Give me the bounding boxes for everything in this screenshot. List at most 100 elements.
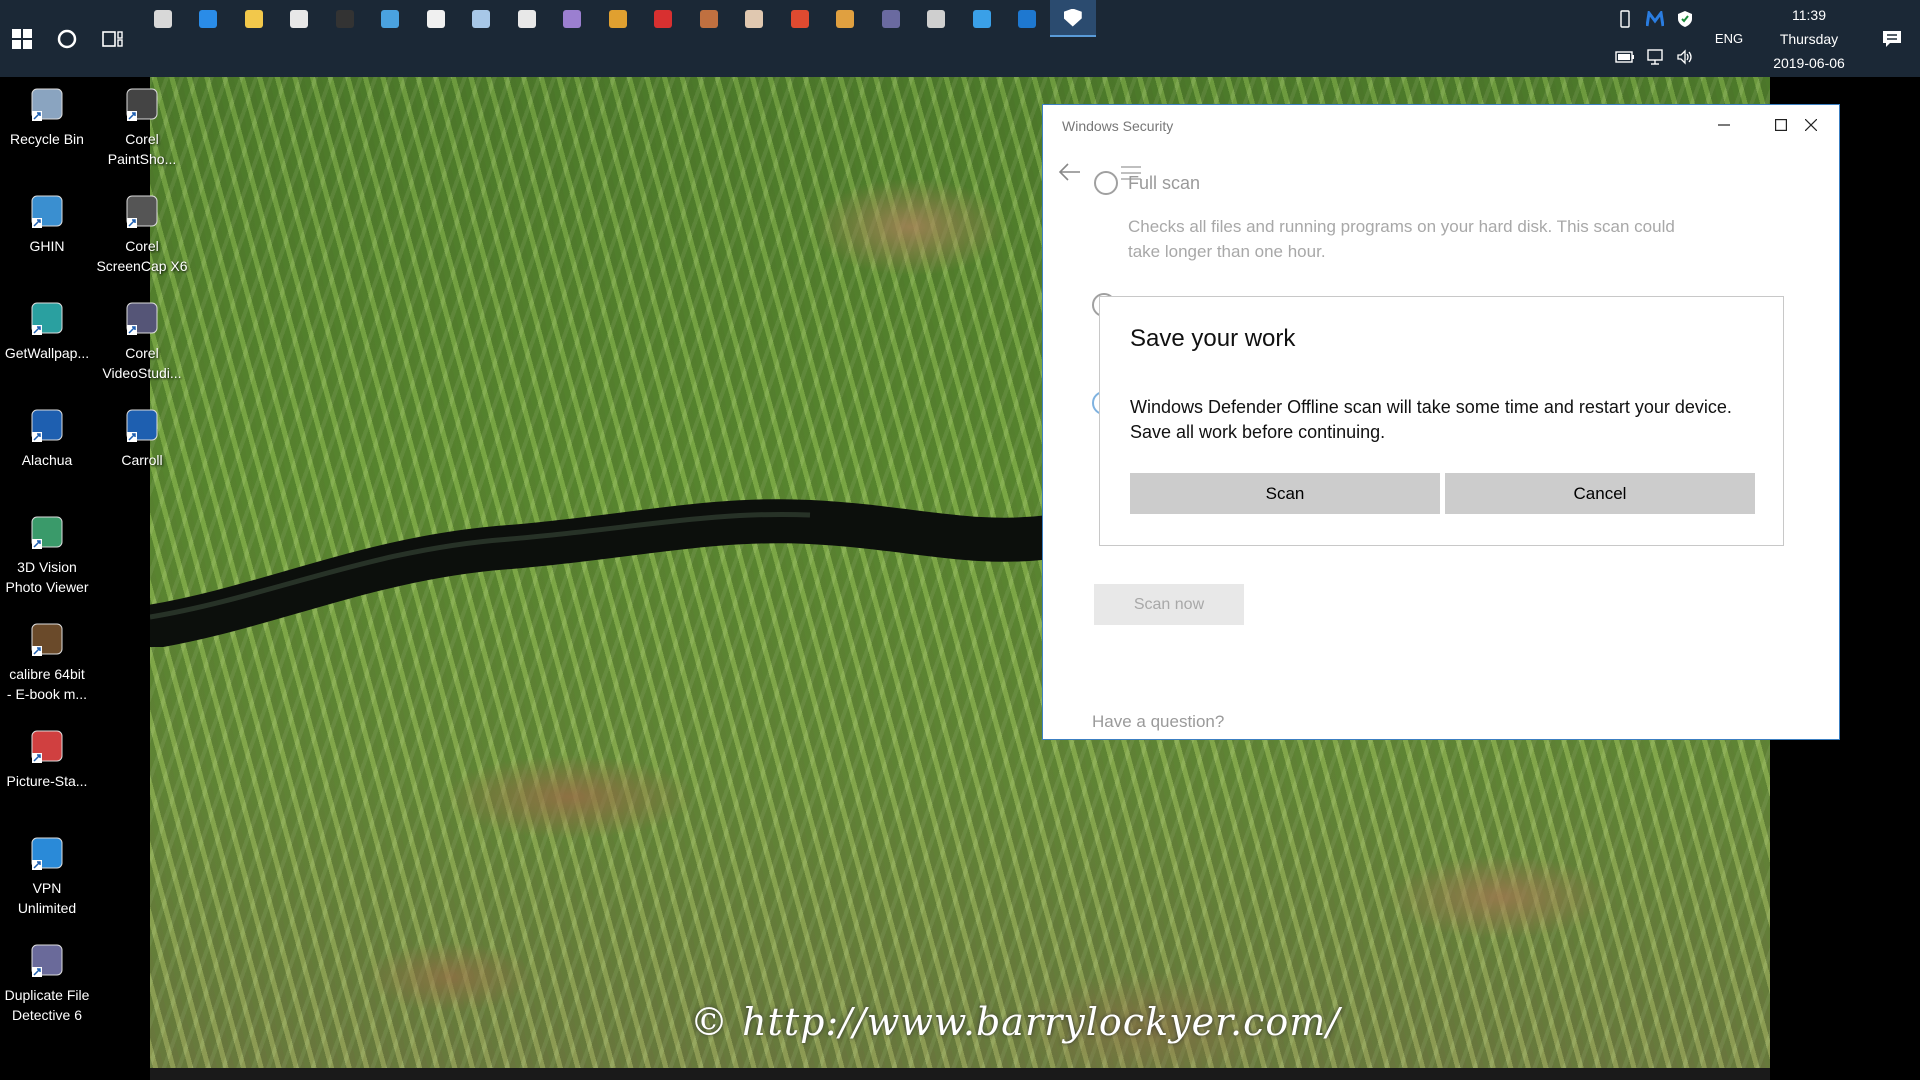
task-view-button[interactable]	[90, 0, 136, 77]
defender-shield-icon[interactable]	[1670, 0, 1700, 38]
clock-time: 11:39	[1792, 6, 1826, 23]
taskbar-app-paint-app[interactable]	[595, 0, 641, 37]
scan-button[interactable]: Scan	[1130, 473, 1440, 514]
desktop-shortcut[interactable]: calibre 64bit - E-book m...	[0, 618, 94, 704]
taskbar-app-store[interactable]	[277, 0, 323, 37]
full-scan-label: Full scan	[1128, 173, 1201, 193]
desktop-shortcut[interactable]: GHIN	[0, 190, 94, 256]
start-button[interactable]	[0, 0, 44, 77]
desktop-shortcut[interactable]: Picture-Sta...	[0, 725, 94, 791]
taskbar-app-corel-app[interactable]	[777, 0, 823, 37]
save-your-work-dialog: Save your work Windows Defender Offline …	[1099, 296, 1784, 546]
desktop-shortcut[interactable]: Carroll	[95, 404, 189, 470]
windows-logo-icon	[12, 28, 32, 49]
picture-station-icon	[26, 725, 68, 767]
taskbar-app-edge[interactable]	[186, 0, 232, 37]
clock-date: 2019-06-06	[1773, 54, 1845, 71]
remote-desktop-icon	[381, 9, 400, 28]
action-center-button[interactable]	[1864, 0, 1920, 77]
taskbar-app-settings[interactable]	[140, 0, 186, 37]
windows-security-icon	[1063, 8, 1082, 27]
taskbar-app-document-app[interactable]	[732, 0, 778, 37]
usb-device-icon[interactable]	[1610, 0, 1640, 38]
minimize-button[interactable]	[1696, 105, 1752, 145]
volume-icon[interactable]	[1670, 38, 1700, 76]
taskbar-app-mail[interactable]	[413, 0, 459, 37]
desktop-shortcut[interactable]: Recycle Bin	[0, 83, 94, 149]
desktop-shortcut[interactable]: GetWallpap...	[0, 297, 94, 363]
taskbar-app-windows-security[interactable]	[1050, 0, 1096, 37]
malwarebytes-icon[interactable]	[1640, 0, 1670, 38]
file-explorer-icon	[244, 9, 263, 28]
calibre-icon	[26, 618, 68, 660]
video-app-icon	[881, 9, 900, 28]
desktop-shortcut[interactable]: VPN Unlimited	[0, 832, 94, 918]
taskbar-app-terminal[interactable]	[322, 0, 368, 37]
pen-app-icon	[563, 9, 582, 28]
desktop-shortcut[interactable]: Alachua	[0, 404, 94, 470]
document-app-icon	[745, 9, 764, 28]
taskbar-app-notes[interactable]	[459, 0, 505, 37]
settings-icon	[153, 9, 172, 28]
back-arrow-icon[interactable]	[1057, 159, 1083, 185]
desktop-shortcut[interactable]: 3D Vision Photo Viewer	[0, 511, 94, 597]
notes-icon	[472, 9, 491, 28]
have-a-question-heading: Have a question?	[1092, 712, 1225, 731]
close-button[interactable]	[1781, 105, 1841, 145]
taskbar-app-media-app[interactable]	[686, 0, 732, 37]
full-scan-description: Checks all files and running programs on…	[1128, 217, 1675, 261]
clock-day: Thursday	[1779, 30, 1839, 47]
full-scan-radio[interactable]	[1094, 171, 1118, 195]
desktop-shortcut-label: Corel ScreenCap X6	[96, 238, 188, 274]
books-app-icon	[836, 9, 855, 28]
desktop-shortcut[interactable]: Corel PaintSho...	[95, 83, 189, 169]
bottom-strip	[150, 1068, 1770, 1080]
desktop-shortcut[interactable]: Corel VideoStudi...	[95, 297, 189, 383]
desktop-shortcut-label: Recycle Bin	[10, 131, 84, 147]
corel-videostudio-icon	[121, 297, 163, 339]
dialog-title: Save your work	[1130, 325, 1296, 352]
cancel-button[interactable]: Cancel	[1445, 473, 1755, 514]
battery-icon[interactable]	[1610, 38, 1640, 76]
taskbar-app-books-app[interactable]	[823, 0, 869, 37]
taskbar-app-window-app[interactable]	[504, 0, 550, 37]
cortana-button[interactable]	[44, 0, 90, 77]
desktop-shortcut-label: Corel PaintSho...	[107, 131, 177, 167]
desktop-shortcut-label: Picture-Sta...	[6, 773, 88, 789]
network-icon[interactable]	[1640, 38, 1670, 76]
recycle-bin-icon	[26, 83, 68, 125]
desktop-shortcut-label: Corel VideoStudi...	[102, 345, 182, 381]
taskbar-app-pen-app[interactable]	[550, 0, 596, 37]
desktop-shortcut[interactable]: Duplicate File Detective 6	[0, 939, 94, 1025]
3d-vision-photo-viewer-icon	[26, 511, 68, 553]
scan-now-button[interactable]: Scan now	[1094, 584, 1244, 625]
taskbar-app-camera-app[interactable]	[914, 0, 960, 37]
cortana-circle-icon	[57, 29, 77, 48]
task-view-icon	[102, 30, 123, 47]
taskbar-app-ie[interactable]	[959, 0, 1005, 37]
tray-icons	[1608, 0, 1704, 77]
desktop-shortcut-label: GetWallpap...	[4, 345, 90, 361]
desktop-shortcut-label: calibre 64bit - E-book m...	[6, 666, 88, 702]
store-icon	[290, 9, 309, 28]
close-icon	[1805, 119, 1817, 131]
outlook-icon	[1018, 9, 1037, 28]
desktop-shortcut-label: Alachua	[21, 452, 73, 468]
taskbar-app-remote-desktop[interactable]	[368, 0, 414, 37]
corel-app-icon	[790, 9, 809, 28]
desktop-shortcut[interactable]: Corel ScreenCap X6	[95, 190, 189, 276]
alachua-shortcut-icon	[26, 404, 68, 446]
taskbar-app-file-explorer[interactable]	[231, 0, 277, 37]
taskbar-pinned-apps	[136, 0, 1096, 77]
notification-icon	[1883, 30, 1901, 47]
ie-icon	[972, 9, 991, 28]
taskbar-app-video-app[interactable]	[868, 0, 914, 37]
taskbar-app-red-app[interactable]	[641, 0, 687, 37]
taskbar-app-outlook[interactable]	[1005, 0, 1051, 37]
window-app-icon	[517, 9, 536, 28]
watermark: © http://www.barrylockyer.com/	[690, 1000, 1341, 1044]
taskbar: ENG 11:39 Thursday 2019-06-06	[0, 0, 1920, 77]
corel-screencap-icon	[121, 190, 163, 232]
clock[interactable]: 11:39 Thursday 2019-06-06	[1754, 0, 1864, 77]
language-indicator[interactable]: ENG	[1704, 0, 1754, 77]
